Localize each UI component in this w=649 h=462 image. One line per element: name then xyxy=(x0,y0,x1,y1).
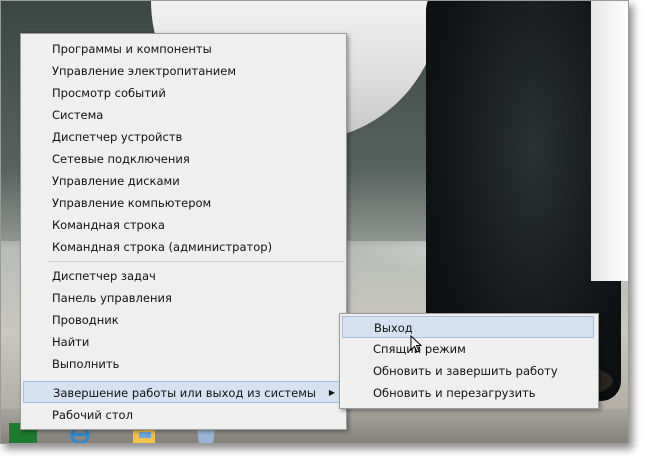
menu-item-device-manager[interactable]: Диспетчер устройств xyxy=(21,126,346,148)
menu-item-event-viewer[interactable]: Просмотр событий xyxy=(21,82,346,104)
menu-item-disk-management[interactable]: Управление дисками xyxy=(21,170,346,192)
chevron-right-icon: ▶ xyxy=(328,388,335,397)
menu-separator xyxy=(49,261,343,262)
menu-item-file-explorer[interactable]: Проводник xyxy=(21,309,346,331)
menu-item-control-panel[interactable]: Панель управления xyxy=(21,287,346,309)
menu-item-label: Завершение работы или выход из системы xyxy=(53,386,316,400)
menu-item-command-prompt-admin[interactable]: Командная строка (администратор) xyxy=(21,236,346,258)
menu-item-network-connections[interactable]: Сетевые подключения xyxy=(21,148,346,170)
submenu-item-update-shutdown[interactable]: Обновить и завершить работу xyxy=(340,360,598,382)
menu-item-task-manager[interactable]: Диспетчер задач xyxy=(21,265,346,287)
menu-item-system[interactable]: Система xyxy=(21,104,346,126)
mouse-cursor-icon xyxy=(410,335,422,353)
winx-context-menu: Программы и компоненты Управление электр… xyxy=(20,33,347,430)
submenu-item-update-restart[interactable]: Обновить и перезагрузить xyxy=(340,382,598,404)
submenu-item-sleep[interactable]: Спящий режим xyxy=(340,338,598,360)
menu-item-search[interactable]: Найти xyxy=(21,331,346,353)
screenshot-frame: Программы и компоненты Управление электр… xyxy=(0,0,629,444)
submenu-item-sign-out[interactable]: Выход xyxy=(342,316,594,338)
menu-item-power-options[interactable]: Управление электропитанием xyxy=(21,60,346,82)
penguin-front-image xyxy=(591,1,628,281)
menu-item-computer-management[interactable]: Управление компьютером xyxy=(21,192,346,214)
menu-item-shutdown-signout[interactable]: Завершение работы или выход из системы ▶ xyxy=(23,381,344,403)
menu-item-run[interactable]: Выполнить xyxy=(21,353,346,375)
shutdown-submenu: Выход Спящий режим Обновить и завершить … xyxy=(339,313,599,409)
menu-item-desktop[interactable]: Рабочий стол xyxy=(21,404,346,426)
menu-item-command-prompt[interactable]: Командная строка xyxy=(21,214,346,236)
menu-item-programs-features[interactable]: Программы и компоненты xyxy=(21,38,346,60)
